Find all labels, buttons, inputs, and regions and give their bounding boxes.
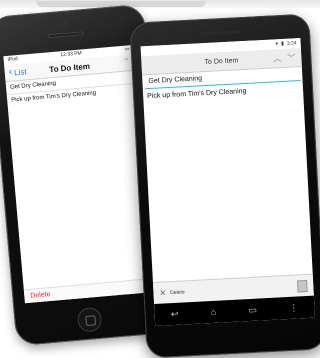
battery-icon: ▮: [280, 40, 285, 48]
android-device: ▾ ▮ 3:24 To Do Item ︿ ﹀ Get Dry Cleaning…: [129, 13, 320, 358]
menu-icon[interactable]: ⋮: [289, 302, 299, 313]
android-status-time: 3:24: [286, 40, 297, 47]
note-icon[interactable]: [297, 279, 308, 293]
chevron-down-icon[interactable]: ﹀: [287, 52, 296, 63]
android-notes-field[interactable]: Pick up from Tim's Dry Cleaning: [143, 81, 312, 257]
home-icon[interactable]: ⌂: [210, 307, 216, 317]
android-delete-button[interactable]: Delete: [170, 289, 185, 296]
android-screen: ▾ ▮ 3:24 To Do Item ︿ ﹀ Get Dry Cleaning…: [140, 38, 316, 327]
android-nav-arrows: ︿ ﹀: [273, 52, 296, 64]
recent-apps-icon[interactable]: ▭: [248, 304, 257, 315]
close-icon[interactable]: ✕: [159, 288, 166, 297]
ios-notes-field[interactable]: Pick up from Tim's Dry Cleaning: [7, 84, 150, 251]
wifi-icon: ▾: [275, 41, 279, 48]
chevron-up-icon[interactable]: ⌃: [122, 56, 130, 68]
ios-back-label: List: [13, 66, 27, 77]
chevron-up-icon[interactable]: ︿: [273, 53, 282, 64]
ios-status-carrier: iPod: [7, 56, 18, 63]
battery-icon: ▭: [124, 46, 130, 53]
ios-back-button[interactable]: ‹ List: [4, 66, 27, 78]
top-banner: [0, 0, 320, 8]
home-square-icon: [85, 315, 97, 327]
chevron-left-icon: ‹: [8, 66, 13, 78]
back-icon[interactable]: ↩: [171, 308, 179, 319]
